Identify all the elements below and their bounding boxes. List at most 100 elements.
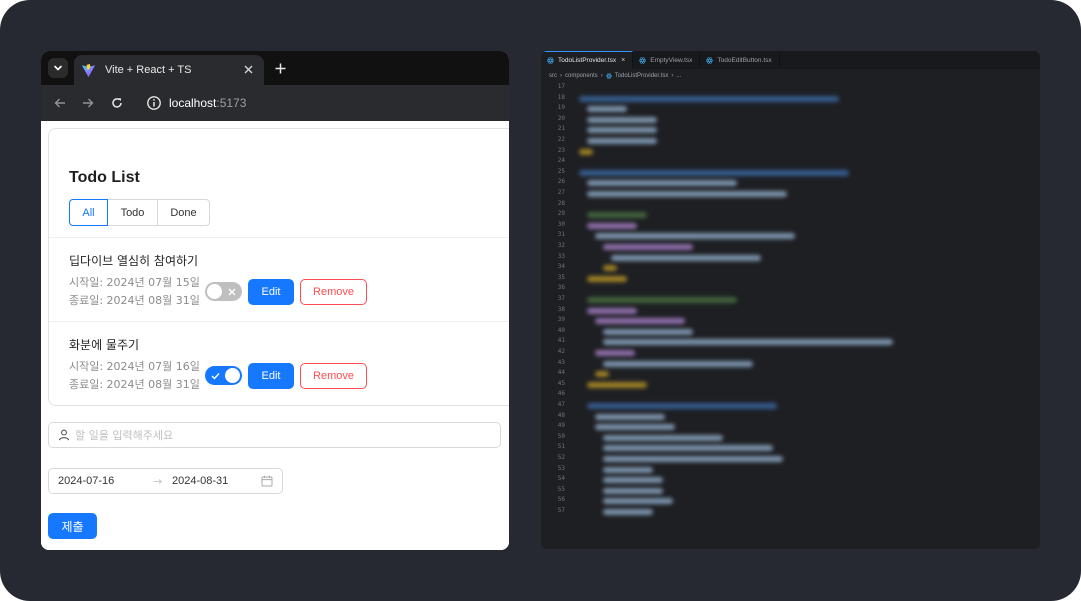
line-number: 29 xyxy=(557,210,565,218)
check-icon xyxy=(208,368,223,383)
todo-text-input[interactable]: 할 일을 입력해주세요 xyxy=(48,422,501,448)
page-viewport: Todo List All Todo Done 딥다이브 열심히 참여하기 시작… xyxy=(41,121,509,550)
editor-tab-todoeditbutton[interactable]: TodoEditButton.tsx xyxy=(700,51,780,69)
code-editor-window: TodoListProvider.tsx × EmptyView.tsx Tod… xyxy=(541,51,1040,549)
line-number: 45 xyxy=(557,379,565,387)
url-field[interactable]: localhost:5173 xyxy=(140,91,500,115)
blurred-code-line xyxy=(587,275,627,282)
toggle-knob xyxy=(225,368,240,383)
forward-button[interactable] xyxy=(79,94,97,112)
line-number: 30 xyxy=(557,220,565,228)
editor-tab-todolistprovider[interactable]: TodoListProvider.tsx × xyxy=(541,51,634,69)
todo-title: 화분에 물주기 xyxy=(69,338,140,352)
filter-done-button[interactable]: Done xyxy=(157,199,210,226)
line-number: 34 xyxy=(557,263,565,271)
toggle-knob xyxy=(207,284,222,299)
blurred-code-line xyxy=(603,360,753,367)
todo-item: 화분에 물주기 시작일: 2024년 07월 16일 종료일: 2024년 08… xyxy=(69,336,509,416)
breadcrumb-item[interactable]: ... xyxy=(676,73,681,79)
blurred-code-line xyxy=(587,381,647,388)
react-file-icon xyxy=(706,56,714,64)
submit-button[interactable]: 제출 xyxy=(48,513,97,539)
back-button[interactable] xyxy=(51,94,69,112)
blurred-code-line xyxy=(579,148,593,155)
line-number: 46 xyxy=(557,390,565,398)
divider xyxy=(49,321,509,322)
line-number: 36 xyxy=(557,284,565,292)
range-end-input[interactable]: 2024-08-31 xyxy=(172,475,228,487)
blurred-code-line xyxy=(603,498,673,505)
blurred-code-line xyxy=(603,456,783,462)
edit-button[interactable]: Edit xyxy=(248,279,294,305)
line-number: 40 xyxy=(557,326,565,334)
address-bar: localhost:5173 xyxy=(41,85,509,121)
blurred-code-line xyxy=(587,222,637,229)
line-number: 44 xyxy=(557,369,565,377)
line-number: 23 xyxy=(557,146,565,154)
line-number: 48 xyxy=(557,411,565,419)
line-number: 49 xyxy=(557,422,565,430)
todo-end-date: 종료일: 2024년 08월 31일 xyxy=(69,378,200,391)
new-tab-button[interactable] xyxy=(271,59,289,77)
edit-button[interactable]: Edit xyxy=(248,363,294,389)
close-icon[interactable] xyxy=(241,62,256,77)
blurred-code-line xyxy=(603,487,663,494)
blurred-code-line xyxy=(603,477,663,484)
blurred-code-line xyxy=(587,191,787,197)
line-number: 53 xyxy=(557,464,565,472)
line-number: 54 xyxy=(557,475,565,483)
line-number: 47 xyxy=(557,401,565,408)
line-number: 21 xyxy=(557,125,565,133)
range-start-input[interactable]: 2024-07-16 xyxy=(58,475,114,487)
editor-tab-bar: TodoListProvider.tsx × EmptyView.tsx Tod… xyxy=(541,51,1040,69)
divider xyxy=(49,237,509,238)
breadcrumb-item[interactable]: src xyxy=(549,73,557,79)
blurred-code-line xyxy=(603,466,653,473)
blurred-code-line xyxy=(579,95,839,102)
breadcrumb-item[interactable]: TodoListProvider.tsx xyxy=(615,73,669,79)
date-range-picker[interactable]: 2024-07-16 → 2024-08-31 xyxy=(48,468,283,494)
line-number: 43 xyxy=(557,358,565,366)
filter-all-button[interactable]: All xyxy=(69,199,108,226)
breadcrumb: src › components › TodoListProvider.tsx … xyxy=(549,71,681,81)
editor-tab-label: TodoListProvider.tsx xyxy=(558,57,617,64)
todo-end-date: 종료일: 2024년 08월 31일 xyxy=(69,294,200,307)
line-number: 33 xyxy=(557,252,565,260)
browser-tab-active[interactable]: Vite + React + TS xyxy=(74,55,264,85)
line-number: 27 xyxy=(557,189,565,196)
close-icon[interactable]: × xyxy=(621,57,625,64)
line-number: 18 xyxy=(557,93,565,101)
line-number: 41 xyxy=(557,337,565,345)
blurred-code-line xyxy=(595,350,635,356)
line-number: 52 xyxy=(557,454,565,461)
remove-button[interactable]: Remove xyxy=(300,363,367,389)
reload-button[interactable] xyxy=(108,94,126,112)
code-area[interactable]: 17 18 19 20 21 22 23 24 25 26 27 28 29 30 31 32 33 34 35 36… xyxy=(541,83,1040,549)
reload-icon xyxy=(112,98,122,108)
blurred-code-line xyxy=(603,328,693,335)
line-number: 20 xyxy=(557,114,565,122)
blurred-code-line xyxy=(611,254,761,261)
filter-segmented-control: All Todo Done xyxy=(69,199,210,226)
line-number: 31 xyxy=(557,231,565,239)
editor-tab-label: TodoEditButton.tsx xyxy=(717,56,772,64)
line-number: 39 xyxy=(557,316,565,324)
input-placeholder: 할 일을 입력해주세요 xyxy=(75,429,174,442)
done-toggle[interactable] xyxy=(205,282,242,301)
done-toggle[interactable] xyxy=(205,366,242,385)
line-number: 38 xyxy=(557,305,565,313)
blurred-code-line xyxy=(595,318,685,325)
line-number: 50 xyxy=(557,432,565,440)
blurred-code-line xyxy=(603,339,893,346)
remove-button[interactable]: Remove xyxy=(300,279,367,305)
filter-todo-button[interactable]: Todo xyxy=(107,199,158,226)
editor-tab-emptyview[interactable]: EmptyView.tsx xyxy=(633,51,701,69)
breadcrumb-item[interactable]: components xyxy=(565,73,598,79)
tab-search-button[interactable] xyxy=(48,58,68,78)
chevron-right-icon: › xyxy=(671,73,674,79)
close-icon xyxy=(224,284,239,299)
blurred-code-line xyxy=(587,212,647,219)
site-info-icon[interactable] xyxy=(146,95,162,111)
blurred-code-line xyxy=(587,127,657,134)
presentation-frame: Vite + React + TS localhost:5173 Todo L… xyxy=(0,0,1081,601)
